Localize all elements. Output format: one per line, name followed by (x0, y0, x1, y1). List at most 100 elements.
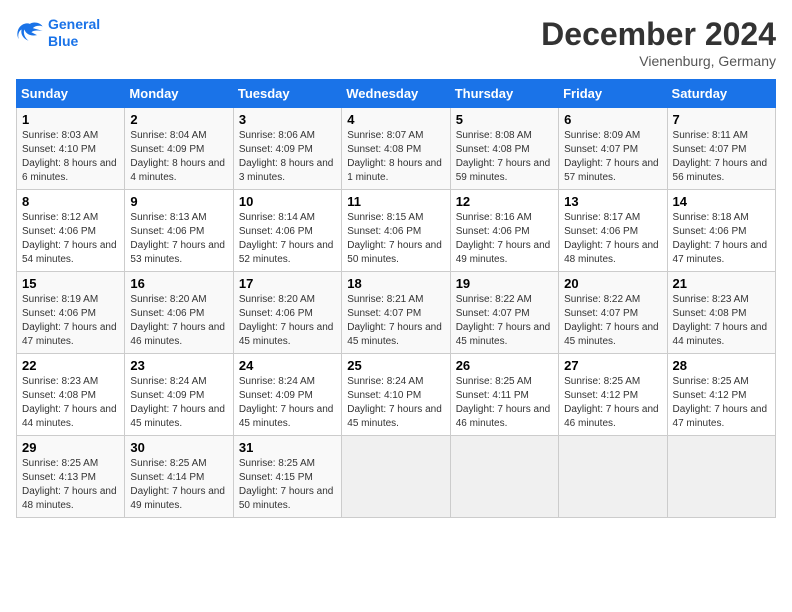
day-info: Sunrise: 8:20 AMSunset: 4:06 PMDaylight:… (239, 293, 336, 349)
calendar-cell: 7Sunrise: 8:11 AMSunset: 4:07 PMDaylight… (667, 108, 775, 190)
calendar-cell: 13 Sunrise: 8:17 AMSunset: 4:06 PMDayligh… (559, 190, 667, 272)
day-number: 15 (22, 276, 119, 291)
logo-text: General Blue (48, 16, 100, 50)
calendar-table: SundayMondayTuesdayWednesdayThursdayFrid… (16, 79, 776, 518)
day-header-monday: Monday (125, 80, 233, 108)
day-number: 14 (673, 194, 770, 209)
calendar-cell (559, 436, 667, 518)
day-info: Sunrise: 8:15 AMSunset: 4:06 PMDaylight:… (347, 211, 444, 267)
logo-icon (16, 21, 44, 45)
calendar-cell: 11 Sunrise: 8:15 AMSunset: 4:06 PMDayligh… (342, 190, 450, 272)
day-info: Sunrise: 8:21 AMSunset: 4:07 PMDaylight:… (347, 293, 444, 349)
day-info: Sunrise: 8:25 AMSunset: 4:11 PMDaylight:… (456, 375, 553, 431)
location: Vienenburg, Germany (541, 53, 776, 69)
day-number: 22 (22, 358, 119, 373)
calendar-cell (667, 436, 775, 518)
day-info: Sunrise: 8:13 AMSunset: 4:06 PMDaylight:… (130, 211, 227, 267)
day-info: Sunrise: 8:20 AMSunset: 4:06 PMDaylight:… (130, 293, 227, 349)
day-info: Sunrise: 8:24 AMSunset: 4:09 PMDaylight:… (130, 375, 227, 431)
month-title: December 2024 (541, 16, 776, 53)
calendar-cell: 21 Sunrise: 8:23 AMSunset: 4:08 PMDayligh… (667, 272, 775, 354)
calendar-cell: 4 Sunrise: 8:07 AMSunset: 4:08 PMDaylight… (342, 108, 450, 190)
day-info: Sunrise: 8:07 AMSunset: 4:08 PMDaylight:… (347, 129, 444, 185)
day-number: 25 (347, 358, 444, 373)
day-number: 9 (130, 194, 227, 209)
calendar-cell: 16 Sunrise: 8:20 AMSunset: 4:06 PMDayligh… (125, 272, 233, 354)
calendar-cell: 28Sunrise: 8:25 AMSunset: 4:12 PMDayligh… (667, 354, 775, 436)
day-number: 21 (673, 276, 770, 291)
calendar-cell: 27 Sunrise: 8:25 AMSunset: 4:12 PMDayligh… (559, 354, 667, 436)
day-header-thursday: Thursday (450, 80, 558, 108)
day-number: 29 (22, 440, 119, 455)
calendar-week-row: 29 Sunrise: 8:25 AMSunset: 4:13 PMDayligh… (17, 436, 776, 518)
calendar-cell: 10 Sunrise: 8:14 AMSunset: 4:06 PMDayligh… (233, 190, 341, 272)
day-header-tuesday: Tuesday (233, 80, 341, 108)
day-info: Sunrise: 8:08 AMSunset: 4:08 PMDaylight:… (456, 129, 553, 185)
day-info: Sunrise: 8:25 AMSunset: 4:14 PMDaylight:… (130, 457, 227, 513)
calendar-cell: 26 Sunrise: 8:25 AMSunset: 4:11 PMDayligh… (450, 354, 558, 436)
day-number: 31 (239, 440, 336, 455)
day-header-wednesday: Wednesday (342, 80, 450, 108)
day-number: 6 (564, 112, 661, 127)
day-header-saturday: Saturday (667, 80, 775, 108)
calendar-cell: 8 Sunrise: 8:12 AMSunset: 4:06 PMDaylight… (17, 190, 125, 272)
day-number: 18 (347, 276, 444, 291)
day-info: Sunrise: 8:23 AMSunset: 4:08 PMDaylight:… (673, 293, 770, 349)
day-number: 27 (564, 358, 661, 373)
day-number: 10 (239, 194, 336, 209)
day-number: 13 (564, 194, 661, 209)
day-number: 8 (22, 194, 119, 209)
day-info: Sunrise: 8:17 AMSunset: 4:06 PMDaylight:… (564, 211, 661, 267)
calendar-cell: 1 Sunrise: 8:03 AMSunset: 4:10 PMDaylight… (17, 108, 125, 190)
day-info: Sunrise: 8:09 AMSunset: 4:07 PMDaylight:… (564, 129, 661, 185)
day-number: 3 (239, 112, 336, 127)
day-number: 19 (456, 276, 553, 291)
day-info: Sunrise: 8:04 AMSunset: 4:09 PMDaylight:… (130, 129, 227, 185)
day-number: 12 (456, 194, 553, 209)
day-info: Sunrise: 8:03 AMSunset: 4:10 PMDaylight:… (22, 129, 119, 185)
calendar-cell: 22Sunrise: 8:23 AMSunset: 4:08 PMDayligh… (17, 354, 125, 436)
day-info: Sunrise: 8:25 AMSunset: 4:12 PMDaylight:… (564, 375, 661, 431)
day-info: Sunrise: 8:06 AMSunset: 4:09 PMDaylight:… (239, 129, 336, 185)
calendar-week-row: 15 Sunrise: 8:19 AMSunset: 4:06 PMDayligh… (17, 272, 776, 354)
calendar-week-row: 22Sunrise: 8:23 AMSunset: 4:08 PMDayligh… (17, 354, 776, 436)
day-info: Sunrise: 8:25 AMSunset: 4:12 PMDaylight:… (673, 375, 770, 431)
day-info: Sunrise: 8:16 AMSunset: 4:06 PMDaylight:… (456, 211, 553, 267)
day-number: 20 (564, 276, 661, 291)
calendar-cell: 3 Sunrise: 8:06 AMSunset: 4:09 PMDaylight… (233, 108, 341, 190)
day-number: 26 (456, 358, 553, 373)
day-info: Sunrise: 8:19 AMSunset: 4:06 PMDaylight:… (22, 293, 119, 349)
calendar-week-row: 8 Sunrise: 8:12 AMSunset: 4:06 PMDaylight… (17, 190, 776, 272)
calendar-cell: 6 Sunrise: 8:09 AMSunset: 4:07 PMDaylight… (559, 108, 667, 190)
day-info: Sunrise: 8:24 AMSunset: 4:10 PMDaylight:… (347, 375, 444, 431)
calendar-cell: 9 Sunrise: 8:13 AMSunset: 4:06 PMDaylight… (125, 190, 233, 272)
day-number: 23 (130, 358, 227, 373)
day-info: Sunrise: 8:12 AMSunset: 4:06 PMDaylight:… (22, 211, 119, 267)
day-info: Sunrise: 8:22 AMSunset: 4:07 PMDaylight:… (564, 293, 661, 349)
calendar-cell: 20 Sunrise: 8:22 AMSunset: 4:07 PMDayligh… (559, 272, 667, 354)
day-number: 16 (130, 276, 227, 291)
day-number: 17 (239, 276, 336, 291)
calendar-cell: 29 Sunrise: 8:25 AMSunset: 4:13 PMDayligh… (17, 436, 125, 518)
day-number: 24 (239, 358, 336, 373)
day-info: Sunrise: 8:25 AMSunset: 4:13 PMDaylight:… (22, 457, 119, 513)
calendar-cell: 31 Sunrise: 8:25 AMSunset: 4:15 PMDayligh… (233, 436, 341, 518)
calendar-cell: 14Sunrise: 8:18 AMSunset: 4:06 PMDayligh… (667, 190, 775, 272)
day-number: 11 (347, 194, 444, 209)
day-info: Sunrise: 8:25 AMSunset: 4:15 PMDaylight:… (239, 457, 336, 513)
day-info: Sunrise: 8:14 AMSunset: 4:06 PMDaylight:… (239, 211, 336, 267)
title-area: December 2024 Vienenburg, Germany (541, 16, 776, 69)
calendar-cell: 17 Sunrise: 8:20 AMSunset: 4:06 PMDayligh… (233, 272, 341, 354)
calendar-cell: 12 Sunrise: 8:16 AMSunset: 4:06 PMDayligh… (450, 190, 558, 272)
day-number: 4 (347, 112, 444, 127)
day-number: 7 (673, 112, 770, 127)
day-header-friday: Friday (559, 80, 667, 108)
calendar-cell: 18 Sunrise: 8:21 AMSunset: 4:07 PMDayligh… (342, 272, 450, 354)
day-info: Sunrise: 8:24 AMSunset: 4:09 PMDaylight:… (239, 375, 336, 431)
day-number: 1 (22, 112, 119, 127)
calendar-cell: 30Sunrise: 8:25 AMSunset: 4:14 PMDayligh… (125, 436, 233, 518)
day-info: Sunrise: 8:22 AMSunset: 4:07 PMDaylight:… (456, 293, 553, 349)
calendar-cell (450, 436, 558, 518)
calendar-cell: 19 Sunrise: 8:22 AMSunset: 4:07 PMDayligh… (450, 272, 558, 354)
calendar-cell: 5Sunrise: 8:08 AMSunset: 4:08 PMDaylight… (450, 108, 558, 190)
